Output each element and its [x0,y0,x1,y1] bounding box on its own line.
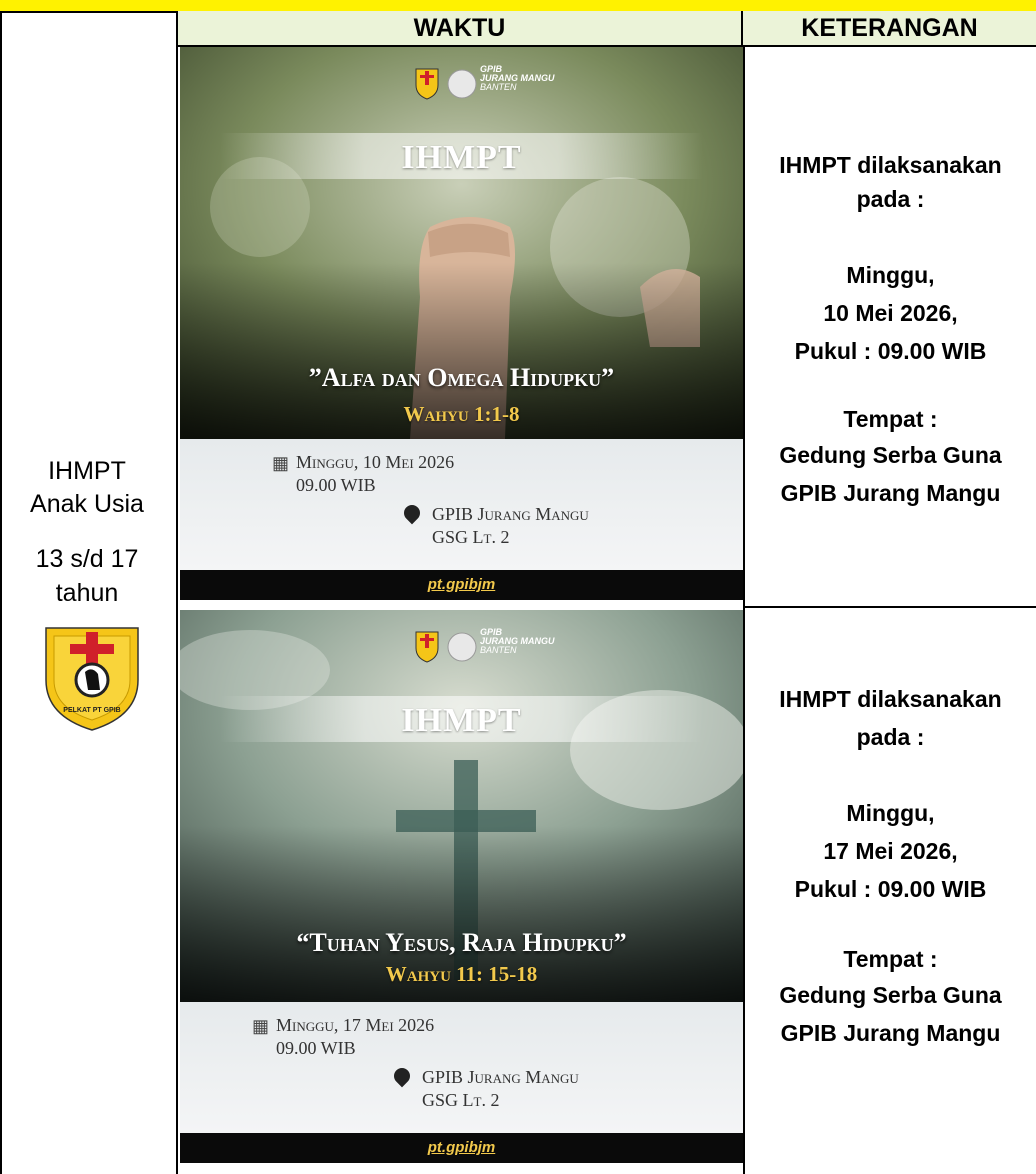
poster-1-verse: Wahyu 1:1-8 [403,402,520,426]
poster-1-venue-detail: GSG Lt. 2 [432,527,510,547]
poster-2-brand: GPIB JURANG MANGU BANTEN [480,628,555,655]
ket2-line5: Pukul : 09.00 WIB [794,876,987,902]
poster-1-brand: GPIB JURANG MANGU BANTEN [480,65,555,92]
category-line-2: Anak Usia [30,490,144,518]
header-waktu: WAKTU [178,11,743,47]
svg-text:PELKAT PT GPIB: PELKAT PT GPIB [63,707,120,714]
ket1-line2: pada : [856,186,925,212]
ket1-line7: Gedung Serba Guna [779,442,1002,468]
ket2-line7: Gedung Serba Guna [779,982,1002,1008]
poster-1-time: 09.00 WIB [296,475,376,495]
poster-1-title: IHMPT [401,139,522,176]
poster-2-venue-detail: GSG Lt. 2 [422,1090,500,1110]
poster-2-time: 09.00 WIB [276,1038,356,1058]
poster-1: GPIB JURANG MANGU BANTEN IHMPT ”Alfa dan… [180,47,743,600]
ket1-line1: IHMPT dilaksanakan [779,152,1002,178]
calendar-icon: ▦ [252,1016,270,1036]
ket2-line6: Tempat : [843,946,938,972]
poster-2-date: Minggu, 17 Mei 2026 [276,1015,435,1035]
calendar-icon: ▦ [272,453,290,473]
poster-1-info-panel: ▦ Minggu, 10 Mei 2026 09.00 WIB GPIB Jur… [180,439,743,570]
poster-1-theme: ”Alfa dan Omega Hidupku” [308,363,615,392]
poster-2-title: IHMPT [401,702,522,739]
poster-2-venue: GPIB Jurang Mangu [422,1067,579,1087]
ket1-line6: Tempat : [843,406,938,432]
header-keterangan: KETERANGAN [743,11,1036,47]
ket2-line1: IHMPT dilaksanakan [779,686,1002,712]
poster-2-footer-handle: pt.gpibjm [180,1133,743,1163]
ket2-line3: Minggu, [846,800,935,826]
poster-2-brand-line3: BANTEN [480,645,517,655]
poster-2-info-panel: ▦ Minggu, 17 Mei 2026 09.00 WIB GPIB Jur… [180,1002,743,1133]
ket1-line5: Pukul : 09.00 WIB [794,338,987,364]
poster-2: GPIB JURANG MANGU BANTEN IHMPT “Tuhan Ye… [180,610,743,1163]
poster-1-brand-line3: BANTEN [480,82,517,92]
ket2-line8: GPIB Jurang Mangu [780,1020,1001,1046]
ket2-line2: pada : [856,724,925,750]
poster-1-venue: GPIB Jurang Mangu [432,504,589,524]
category-line-3: 13 s/d 17 [35,545,139,573]
category-line-1: IHMPT [48,457,126,485]
poster-1-date: Minggu, 10 Mei 2026 [296,452,455,472]
poster-2-theme: “Tuhan Yesus, Raja Hidupku” [296,928,627,957]
pelkat-pt-logo: PELKAT PT GPIB [45,627,139,731]
ket2-line4: 17 Mei 2026, [823,838,958,864]
ket1-line4: 10 Mei 2026, [823,300,958,326]
ket1-line3: Minggu, [846,262,935,288]
location-pin-icon [400,501,424,525]
ket1-line8: GPIB Jurang Mangu [780,480,1001,506]
row-divider [743,606,1036,608]
poster-2-verse: Wahyu 11: 15-18 [385,962,538,986]
location-pin-icon [390,1064,414,1088]
category-line-4: tahun [55,579,119,607]
poster-1-footer-handle: pt.gpibjm [180,570,743,600]
